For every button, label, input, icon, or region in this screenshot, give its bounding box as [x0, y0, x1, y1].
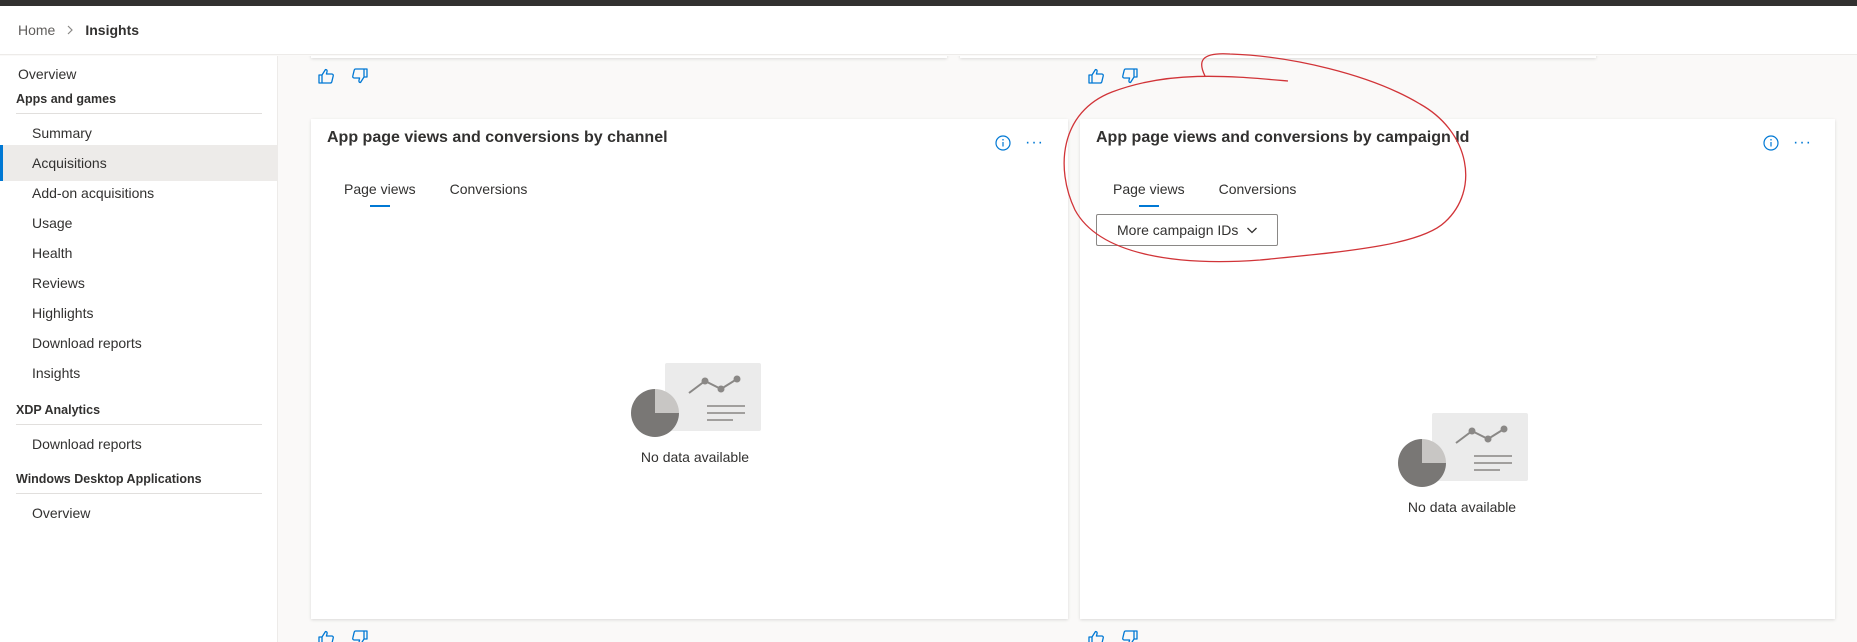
sidebar-heading-apps: Apps and games [16, 84, 262, 114]
feedback-row-bottom-right [1087, 629, 1139, 642]
no-data-chart-icon [1398, 413, 1528, 487]
previous-card-right [960, 56, 1596, 58]
more-options-icon[interactable]: ··· [1793, 135, 1812, 151]
card-by-channel: App page views and conversions by channe… [311, 119, 1068, 619]
thumbs-up-icon[interactable] [1087, 67, 1105, 85]
tab-page-views[interactable]: Page views [344, 181, 416, 207]
thumbs-down-icon[interactable] [1121, 629, 1139, 642]
tab-page-views[interactable]: Page views [1113, 181, 1185, 207]
thumbs-down-icon[interactable] [351, 629, 369, 642]
sidebar-nav: Overview Apps and games Summary Acquisit… [0, 56, 278, 642]
card-title: App page views and conversions by channe… [327, 129, 668, 146]
more-options-icon[interactable]: ··· [1025, 135, 1044, 151]
chevron-right-icon [65, 25, 75, 35]
feedback-row-bottom-left [317, 629, 369, 642]
thumbs-down-icon[interactable] [351, 67, 369, 85]
sidebar-item-insights[interactable]: Insights [0, 355, 277, 391]
thumbs-up-icon[interactable] [317, 629, 335, 642]
breadcrumb-current: Insights [85, 22, 140, 38]
dropdown-label: More campaign IDs [1117, 222, 1239, 238]
thumbs-up-icon[interactable] [1087, 629, 1105, 642]
feedback-row-top-left [317, 67, 369, 85]
card-title: App page views and conversions by campai… [1096, 129, 1470, 146]
sidebar-item-xdp-download-reports[interactable]: Download reports [0, 426, 277, 462]
card-actions: ··· [995, 135, 1044, 151]
feedback-row-top-right [1087, 67, 1139, 85]
sidebar-item-windows-overview[interactable]: Overview [0, 495, 277, 531]
no-data-chart-icon [631, 363, 761, 437]
chevron-down-icon [1247, 227, 1258, 234]
card-tabs: Page views Conversions [344, 181, 527, 207]
main-content: App page views and conversions by channe… [279, 56, 1857, 642]
empty-state: No data available [1387, 413, 1537, 515]
more-campaign-ids-dropdown[interactable]: More campaign IDs [1096, 214, 1278, 246]
breadcrumb: Home Insights [0, 6, 1857, 55]
empty-state-text: No data available [1407, 499, 1517, 515]
empty-state-text: No data available [640, 449, 750, 465]
previous-card-left [311, 56, 947, 58]
thumbs-down-icon[interactable] [1121, 67, 1139, 85]
breadcrumb-home[interactable]: Home [18, 22, 55, 38]
info-icon[interactable] [1763, 135, 1779, 151]
tab-conversions[interactable]: Conversions [450, 181, 528, 207]
empty-state: No data available [620, 363, 770, 465]
card-actions: ··· [1763, 135, 1812, 151]
sidebar-heading-xdp: XDP Analytics [16, 395, 262, 425]
card-tabs: Page views Conversions [1113, 181, 1296, 207]
card-by-campaign-id: App page views and conversions by campai… [1080, 119, 1835, 619]
thumbs-up-icon[interactable] [317, 67, 335, 85]
tab-conversions[interactable]: Conversions [1219, 181, 1297, 207]
info-icon[interactable] [995, 135, 1011, 151]
sidebar-heading-windows-desktop: Windows Desktop Applications [16, 464, 262, 494]
